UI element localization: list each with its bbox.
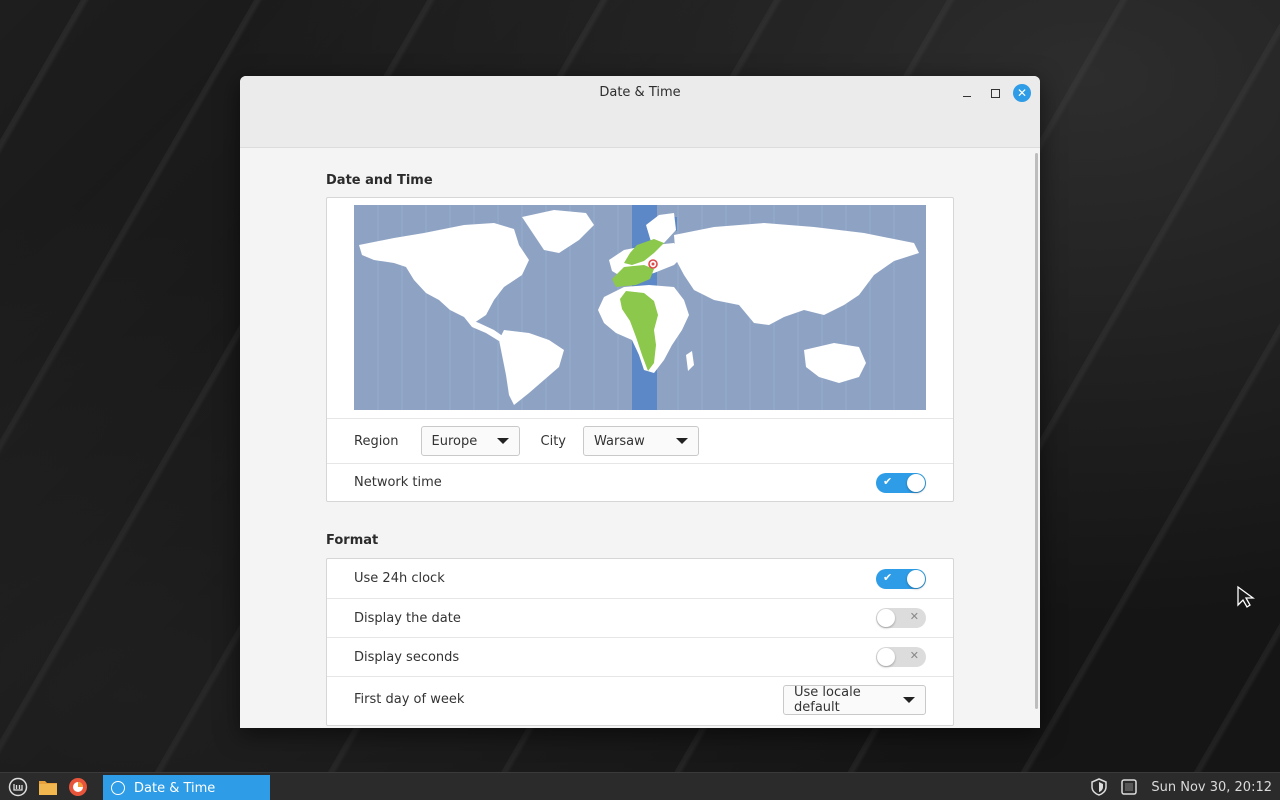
close-button[interactable]: ✕: [1013, 84, 1031, 102]
system-tray: Sun Nov 30, 20:12: [1087, 773, 1272, 800]
switch-knob: [907, 473, 925, 492]
taskbar-clock[interactable]: Sun Nov 30, 20:12: [1151, 780, 1272, 795]
maximize-icon: [990, 88, 1000, 98]
first-day-row: First day of week Use locale default: [327, 676, 953, 722]
menu-button[interactable]: [6, 776, 30, 798]
chevron-down-icon: [496, 438, 509, 444]
display-date-label: Display the date: [354, 610, 461, 626]
task-date-time[interactable]: Date & Time: [103, 775, 270, 800]
first-day-dropdown[interactable]: Use locale default: [783, 684, 926, 715]
settings-content: Date and Time Region Europe City Warsaw …: [240, 149, 1040, 728]
display-seconds-row: Display seconds ✕: [327, 637, 953, 676]
region-dropdown[interactable]: Europe: [420, 426, 520, 456]
network-time-label: Network time: [354, 475, 442, 490]
region-value: Europe: [431, 433, 478, 449]
shield-icon: [1091, 778, 1108, 796]
display-date-switch[interactable]: ✕: [876, 608, 926, 628]
security-tray-button[interactable]: [1087, 776, 1111, 798]
city-value: Warsaw: [594, 433, 645, 449]
folder-icon: [39, 780, 57, 795]
date-time-section-title: Date and Time: [326, 173, 433, 188]
minimize-button[interactable]: [958, 84, 976, 102]
use-24h-switch[interactable]: ✔: [876, 568, 926, 589]
firefox-icon: [69, 777, 87, 796]
network-time-row: Network time ✔: [327, 463, 953, 501]
window-title: Date & Time: [599, 85, 681, 100]
titlebar: Date & Time ✕: [240, 76, 1040, 148]
display-tray-button[interactable]: [1117, 776, 1141, 798]
format-section-title: Format: [326, 533, 379, 548]
first-day-value: Use locale default: [794, 684, 861, 715]
task-label: Date & Time: [134, 780, 216, 796]
display-seconds-switch[interactable]: ✕: [876, 647, 926, 667]
x-icon: ✕: [909, 610, 919, 623]
chevron-down-icon: [903, 696, 915, 703]
timezone-map[interactable]: [354, 205, 926, 410]
date-time-card: Region Europe City Warsaw Network time ✔: [326, 197, 954, 502]
switch-knob: [877, 648, 895, 666]
city-dropdown[interactable]: Warsaw: [583, 426, 699, 456]
use-24h-label: Use 24h clock: [354, 571, 445, 586]
close-icon: ✕: [1016, 86, 1028, 100]
maximize-button[interactable]: [986, 84, 1004, 102]
city-label: City: [540, 433, 566, 449]
scrollbar[interactable]: [1035, 153, 1038, 709]
files-launcher[interactable]: [36, 776, 60, 798]
switch-knob: [907, 569, 925, 588]
use-24h-row: Use 24h clock ✔: [327, 559, 953, 598]
timezone-map-row: [327, 198, 953, 418]
display-seconds-label: Display seconds: [354, 649, 460, 665]
switch-knob: [877, 609, 895, 627]
mint-menu-icon: [8, 777, 28, 796]
browser-launcher[interactable]: [66, 776, 90, 798]
display-icon: [1121, 779, 1138, 795]
date-time-window: Date & Time ✕ Date and Time Region Europ…: [240, 76, 1040, 728]
x-icon: ✕: [909, 649, 919, 662]
chevron-down-icon: [676, 438, 688, 444]
network-time-switch[interactable]: ✔: [876, 472, 926, 493]
mouse-cursor-icon: [1237, 585, 1255, 608]
format-card: Use 24h clock ✔ Display the date ✕ Displ…: [326, 558, 954, 726]
clock-icon: [111, 781, 125, 795]
display-date-row: Display the date ✕: [327, 598, 953, 637]
region-label: Region: [354, 433, 399, 449]
check-icon: ✔: [883, 570, 893, 584]
taskbar: Date & Time Sun Nov 30, 20:12: [0, 772, 1280, 800]
first-day-label: First day of week: [354, 692, 465, 707]
region-city-row: Region Europe City Warsaw: [327, 418, 953, 463]
minimize-icon: [963, 95, 971, 97]
check-icon: ✔: [883, 474, 893, 488]
